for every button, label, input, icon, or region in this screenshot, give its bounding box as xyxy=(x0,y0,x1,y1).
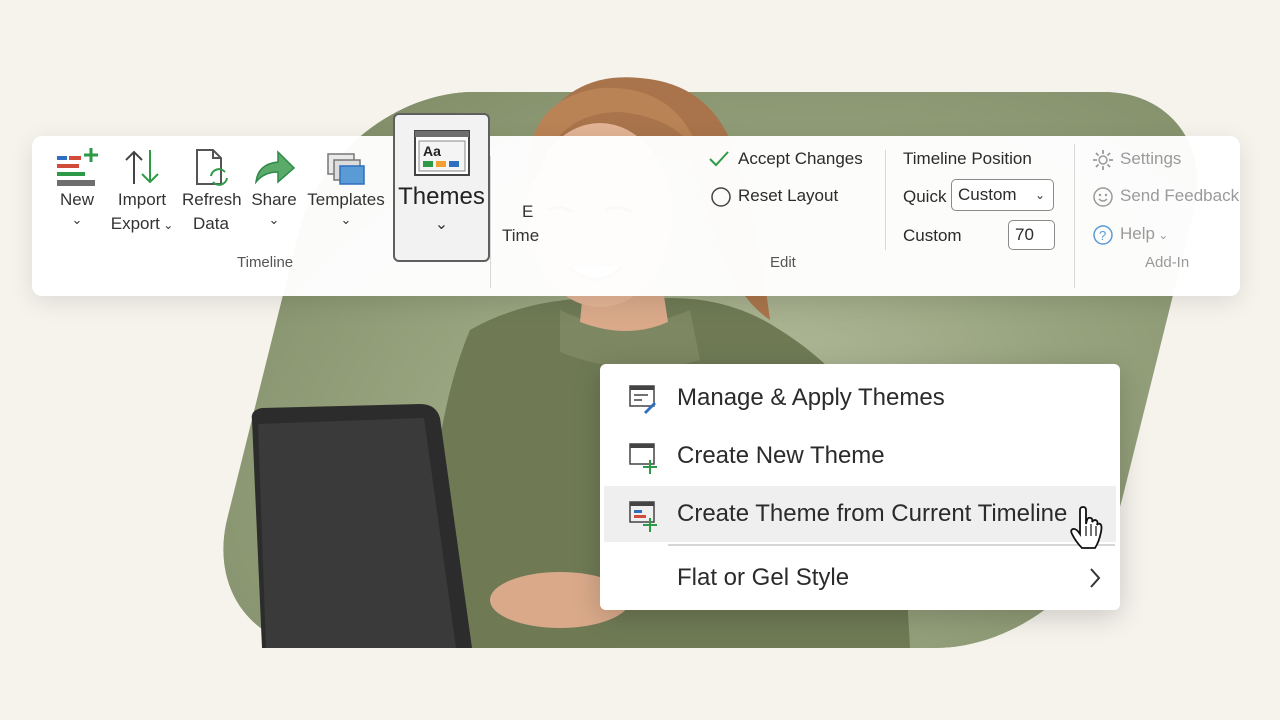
menu-item-flat-or-gel-style[interactable]: Flat or Gel Style xyxy=(604,550,1116,606)
refresh-data-icon xyxy=(196,149,228,186)
chevron-down-icon: ⌄ xyxy=(434,216,449,233)
chevron-down-icon: ⌄ xyxy=(1154,228,1169,242)
share-label: Share xyxy=(251,190,297,209)
edit-group-label: Edit xyxy=(770,254,796,271)
reset-circle-icon xyxy=(711,187,731,207)
addin-group-label: Add-In xyxy=(1145,254,1190,271)
create-theme-from-timeline-icon xyxy=(629,501,657,532)
menu-item-manage-themes[interactable]: Manage & Apply Themes xyxy=(604,370,1116,426)
chevron-down-icon: ⌄ xyxy=(71,212,83,227)
edit-timeline-line1: E xyxy=(522,202,534,221)
accept-changes-button[interactable]: Accept Changes xyxy=(738,149,863,169)
themes-dropdown-menu: Manage & Apply Themes Create New Theme C… xyxy=(600,364,1120,610)
chevron-down-icon: ⌄ xyxy=(268,212,280,227)
new-timeline-icon xyxy=(57,148,98,186)
help-label: Help xyxy=(1120,224,1155,243)
edit-timeline-line2: Time xyxy=(502,226,540,245)
svg-text:?: ? xyxy=(1099,228,1106,243)
export-label: Export xyxy=(110,214,160,233)
themes-label: Themes xyxy=(398,183,485,210)
import-label: Import xyxy=(117,190,167,209)
menu-item-create-new-theme[interactable]: Create New Theme xyxy=(604,428,1116,484)
menu-item-label: Create New Theme xyxy=(677,442,885,469)
import-export-button[interactable]: Import Export ⌄ xyxy=(110,146,174,237)
menu-item-label: Flat or Gel Style xyxy=(677,564,850,591)
send-feedback-label: Send Feedback xyxy=(1120,186,1240,205)
help-button[interactable]: ? Help ⌄ xyxy=(1093,224,1169,245)
accept-changes-label: Accept Changes xyxy=(738,149,863,168)
templates-icon xyxy=(327,153,365,185)
edit-timeline-button[interactable]: E Time xyxy=(502,200,542,248)
themes-icon: Aa xyxy=(413,130,470,176)
templates-label: Templates xyxy=(307,190,385,209)
settings-label: Settings xyxy=(1120,149,1182,168)
reset-layout-button[interactable]: Reset Layout xyxy=(738,186,838,206)
custom-position-input[interactable]: 70 xyxy=(1008,220,1055,250)
share-button[interactable]: Share ⌄ xyxy=(250,146,298,228)
manage-themes-icon xyxy=(629,385,656,414)
new-label: New xyxy=(59,190,94,209)
menu-separator xyxy=(668,544,1115,546)
reset-layout-label: Reset Layout xyxy=(738,186,839,205)
data-label: Data xyxy=(193,214,229,233)
share-arrow-icon xyxy=(254,150,296,185)
quick-position-select[interactable]: Custom ⌄ xyxy=(951,179,1054,211)
custom-position-value: 70 xyxy=(1015,225,1034,244)
refresh-data-button[interactable]: Refresh Data xyxy=(182,146,242,236)
checkmark-icon xyxy=(709,151,729,167)
submenu-chevron-icon xyxy=(1090,568,1101,588)
settings-button[interactable]: Settings xyxy=(1093,149,1182,170)
new-button[interactable]: New ⌄ xyxy=(52,146,102,228)
chevron-down-icon: ⌄ xyxy=(159,218,174,232)
smiley-icon xyxy=(1093,187,1113,207)
chevron-down-icon: ⌄ xyxy=(340,212,352,227)
refresh-label: Refresh xyxy=(182,190,242,209)
chevron-down-icon: ⌄ xyxy=(1034,188,1045,202)
menu-item-label: Create Theme from Current Timeline xyxy=(677,500,1068,527)
import-export-icon xyxy=(125,150,159,184)
menu-item-label: Manage & Apply Themes xyxy=(677,384,945,411)
group-separator xyxy=(490,156,491,288)
timeline-group-label: Timeline xyxy=(237,254,294,271)
send-feedback-button[interactable]: Send Feedback xyxy=(1093,186,1240,207)
timeline-position-title: Timeline Position xyxy=(903,149,1032,168)
themes-icon-text: Aa xyxy=(423,143,441,159)
quick-label: Quick xyxy=(903,187,947,206)
quick-select-value: Custom xyxy=(958,185,1017,204)
themes-button[interactable]: Aa Themes ⌄ xyxy=(393,113,490,262)
menu-item-create-theme-from-timeline[interactable]: Create Theme from Current Timeline xyxy=(604,486,1116,542)
group-separator xyxy=(885,150,886,250)
custom-label: Custom xyxy=(903,226,962,245)
help-icon: ? xyxy=(1093,225,1113,245)
templates-button[interactable]: Templates ⌄ xyxy=(306,146,386,228)
group-separator xyxy=(1074,144,1075,288)
hand-pointer-cursor-icon xyxy=(1070,506,1103,549)
gear-icon xyxy=(1093,150,1113,170)
create-theme-icon xyxy=(629,443,657,474)
